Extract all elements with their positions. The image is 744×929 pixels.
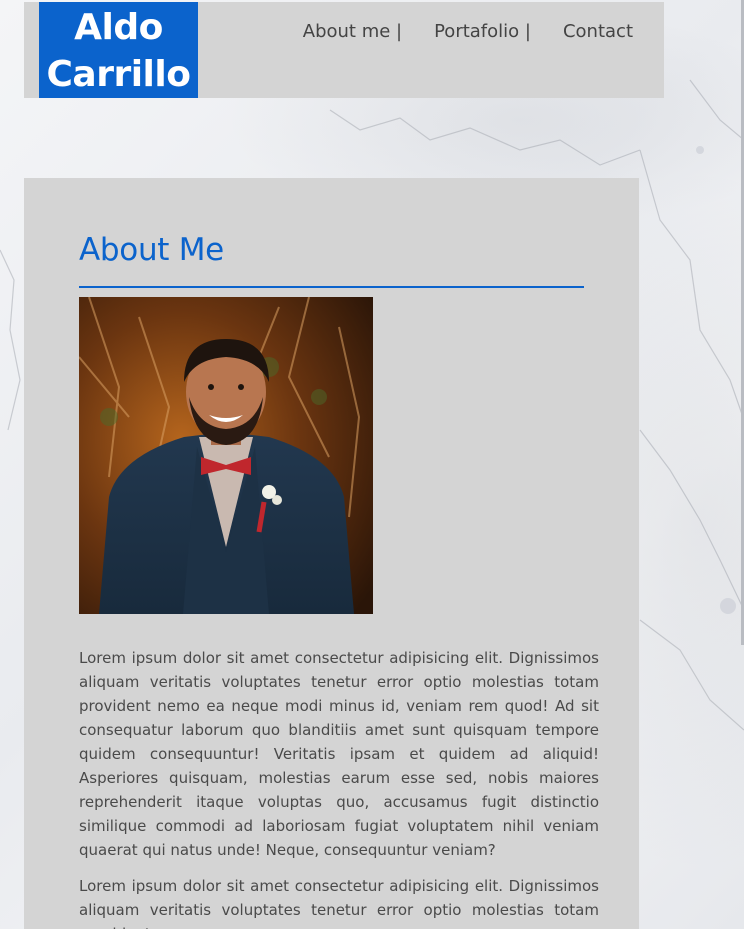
logo-first-name: Aldo <box>74 7 163 48</box>
about-card: About Me Lorem ipsum dolor sit amet cons… <box>24 178 639 929</box>
main-nav: About me | Portafolio | Contact <box>303 21 633 42</box>
site-logo[interactable]: Aldo Carrillo <box>39 2 198 98</box>
about-paragraph-1: Lorem ipsum dolor sit amet consectetur a… <box>79 649 599 859</box>
nav-about-me[interactable]: About me | <box>303 21 402 42</box>
about-paragraph-2: Lorem ipsum dolor sit amet consectetur a… <box>79 877 599 929</box>
about-text: Lorem ipsum dolor sit amet consectetur a… <box>79 646 599 929</box>
nav-contact[interactable]: Contact <box>563 21 633 42</box>
logo-last-name: Carrillo <box>46 54 191 95</box>
page-title: About Me <box>79 232 224 268</box>
nav-portfolio[interactable]: Portafolio | <box>434 21 531 42</box>
site-header: Aldo Carrillo About me | Portafolio | Co… <box>24 2 664 98</box>
title-divider <box>79 286 584 288</box>
profile-photo <box>79 297 373 614</box>
